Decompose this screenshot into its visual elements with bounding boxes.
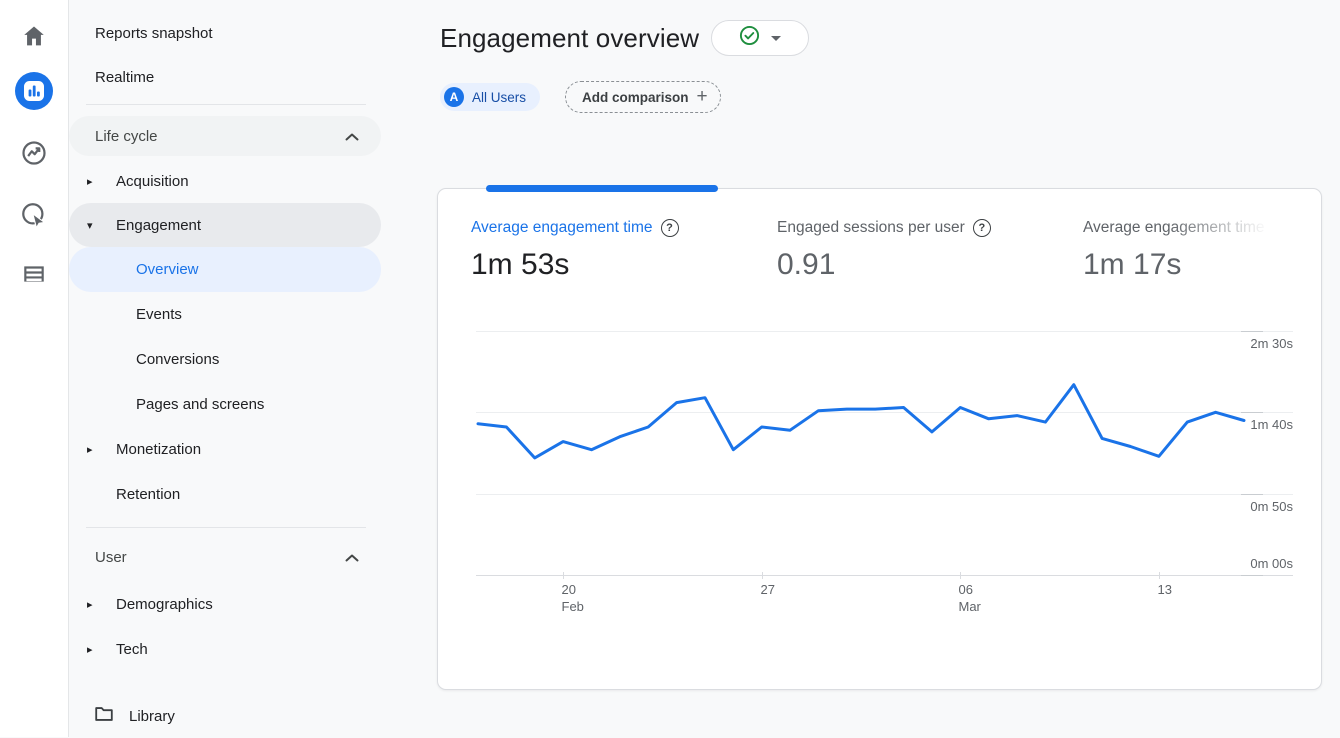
metric-average-engagement-time-per-session: Average engagement time p 1m 17s bbox=[1083, 217, 1277, 282]
explore-nav-button[interactable] bbox=[0, 124, 68, 186]
folder-icon bbox=[93, 703, 129, 729]
chevron-down-icon bbox=[771, 36, 781, 41]
sidebar-item-label: Conversions bbox=[136, 351, 219, 368]
segment-label: All Users bbox=[472, 90, 526, 105]
section-header-label: User bbox=[95, 549, 127, 566]
engagement-time-series-line bbox=[478, 385, 1244, 458]
sidebar-item-acquisition[interactable]: Acquisition bbox=[69, 159, 381, 203]
expand-arrow-icon[interactable] bbox=[69, 443, 116, 456]
add-comparison-label: Add comparison bbox=[582, 90, 689, 105]
sidebar-item-label: Realtime bbox=[95, 69, 154, 86]
sidebar-item-retention[interactable]: Retention bbox=[69, 472, 381, 517]
metric-label: Average engagement time p bbox=[1083, 219, 1277, 236]
sidebar-item-reports-snapshot[interactable]: Reports snapshot bbox=[69, 14, 381, 52]
chevron-up-icon bbox=[345, 128, 359, 145]
help-icon[interactable] bbox=[973, 219, 991, 237]
help-icon[interactable] bbox=[661, 219, 679, 237]
sidebar-item-demographics[interactable]: Demographics bbox=[69, 582, 381, 627]
advertising-nav-button[interactable] bbox=[0, 186, 68, 248]
sidebar-item-label: Demographics bbox=[116, 596, 213, 613]
sidebar-item-conversions[interactable]: Conversions bbox=[69, 337, 381, 382]
sidebar-item-label: Pages and screens bbox=[136, 396, 264, 413]
report-status-dropdown[interactable] bbox=[711, 20, 809, 56]
carousel-tab-indicator bbox=[486, 185, 718, 192]
sidebar-item-engagement[interactable]: Engagement bbox=[69, 203, 381, 247]
reports-icon bbox=[15, 72, 53, 115]
section-header-life-cycle[interactable]: Life cycle bbox=[69, 116, 381, 156]
expand-arrow-icon[interactable] bbox=[69, 175, 116, 188]
sidebar-item-realtime[interactable]: Realtime bbox=[69, 58, 381, 96]
sidebar-item-label: Engagement bbox=[116, 217, 201, 234]
metric-value: 1m 53s bbox=[471, 248, 679, 282]
divider bbox=[86, 527, 366, 528]
advertising-icon bbox=[20, 201, 48, 234]
metric-average-engagement-time: Average engagement time 1m 53s bbox=[471, 217, 679, 282]
sidebar-item-tech[interactable]: Tech bbox=[69, 627, 381, 672]
sidebar-item-events[interactable]: Events bbox=[69, 292, 381, 337]
expand-arrow-icon[interactable] bbox=[69, 598, 116, 611]
metric-label: Average engagement time bbox=[471, 219, 653, 237]
app-icon-rail bbox=[0, 0, 69, 737]
metric-value: 1m 17s bbox=[1083, 248, 1277, 282]
metric-tab[interactable]: Engaged sessions per user bbox=[777, 217, 991, 239]
sidebar-item-library[interactable]: Library bbox=[69, 694, 381, 738]
expand-arrow-icon[interactable] bbox=[69, 643, 116, 656]
check-circle-icon bbox=[739, 25, 760, 51]
sidebar-item-label: Acquisition bbox=[116, 173, 189, 190]
add-comparison-button[interactable]: Add comparison bbox=[565, 81, 721, 113]
chart-canvas bbox=[438, 327, 1319, 627]
sidebar-item-label: Tech bbox=[116, 641, 148, 658]
metric-tab[interactable]: Average engagement time p bbox=[1083, 217, 1277, 239]
sidebar-item-monetization[interactable]: Monetization bbox=[69, 427, 381, 472]
metric-tab[interactable]: Average engagement time bbox=[471, 217, 679, 239]
metric-label: Engaged sessions per user bbox=[777, 219, 965, 237]
reports-nav-button[interactable] bbox=[0, 62, 68, 124]
explore-icon bbox=[20, 139, 48, 172]
sidebar-item-label: Library bbox=[129, 708, 175, 725]
metric-value: 0.91 bbox=[777, 248, 991, 282]
reports-sidebar: Reports snapshot Realtime Life cycle Acq… bbox=[69, 0, 381, 737]
sidebar-item-label: Reports snapshot bbox=[95, 25, 213, 42]
metric-engaged-sessions-per-user: Engaged sessions per user 0.91 bbox=[777, 217, 991, 282]
divider bbox=[86, 104, 366, 105]
home-icon bbox=[21, 23, 47, 54]
sidebar-item-pages-and-screens[interactable]: Pages and screens bbox=[69, 382, 381, 427]
home-nav-button[interactable] bbox=[0, 14, 68, 62]
section-header-user[interactable]: User bbox=[69, 537, 381, 577]
segment-avatar: A bbox=[444, 87, 464, 107]
plus-icon bbox=[697, 86, 708, 108]
all-users-segment-chip[interactable]: A All Users bbox=[440, 83, 540, 111]
engagement-time-line-chart: 2m 30s1m 40s0m 50s0m 00s20Feb2706Mar13 bbox=[438, 327, 1319, 657]
configure-icon bbox=[21, 261, 47, 292]
section-header-label: Life cycle bbox=[95, 128, 158, 145]
collapse-arrow-icon[interactable] bbox=[69, 219, 116, 232]
sidebar-item-label: Monetization bbox=[116, 441, 201, 458]
sidebar-item-label: Events bbox=[136, 306, 182, 323]
sidebar-item-label: Retention bbox=[116, 486, 180, 503]
engagement-overview-card: Average engagement time 1m 53s Engaged s… bbox=[437, 188, 1322, 690]
configure-nav-button[interactable] bbox=[0, 248, 68, 304]
page-title: Engagement overview bbox=[440, 23, 699, 54]
chevron-up-icon bbox=[345, 549, 359, 566]
sidebar-item-overview[interactable]: Overview bbox=[69, 247, 381, 292]
sidebar-item-label: Overview bbox=[136, 261, 199, 278]
